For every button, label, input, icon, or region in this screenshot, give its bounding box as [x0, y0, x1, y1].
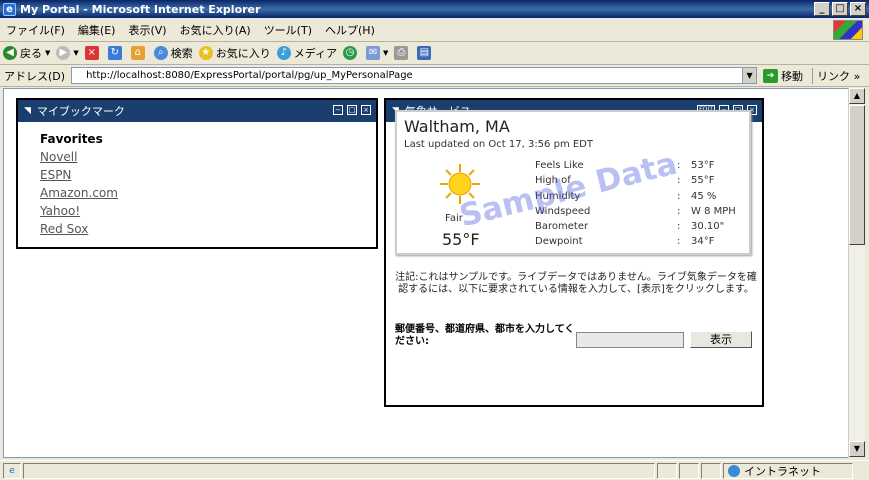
- address-url: http://localhost:8080/ExpressPortal/port…: [86, 70, 413, 81]
- vertical-scrollbar[interactable]: ▲ ▼: [848, 88, 865, 458]
- chevron-down-icon: ▼: [73, 49, 79, 57]
- status-text: [23, 462, 655, 479]
- go-button[interactable]: ➔ 移動: [763, 68, 803, 84]
- title-bar: e My Portal - Microsoft Internet Explore…: [0, 0, 869, 18]
- mail-button[interactable]: ✉ ▼: [366, 46, 388, 60]
- back-button[interactable]: ◀ 戻る ▼: [3, 45, 50, 61]
- home-button[interactable]: ⌂: [130, 46, 148, 60]
- address-bar: アドレス(D) http://localhost:8080/ExpressPor…: [0, 65, 869, 87]
- weather-row: Barometer:30.10": [535, 221, 725, 233]
- close-portlet-icon[interactable]: ×: [361, 105, 371, 115]
- bookmarks-header: ◥ マイブックマーク − □ ×: [18, 100, 376, 122]
- close-button[interactable]: ×: [850, 2, 866, 16]
- maximize-portlet-icon[interactable]: □: [347, 105, 357, 115]
- bookmarks-list: Favorites Novell ESPN Amazon.com Yahoo! …: [18, 122, 376, 246]
- double-chevron-icon: »: [853, 69, 861, 83]
- refresh-button[interactable]: ↻: [107, 46, 125, 60]
- print-button[interactable]: ⎙: [394, 46, 411, 60]
- portlet-controls: − □ ×: [333, 105, 371, 115]
- address-input[interactable]: http://localhost:8080/ExpressPortal/port…: [71, 67, 758, 84]
- maximize-button[interactable]: □: [832, 2, 848, 16]
- media-button[interactable]: ♪ メディア: [276, 45, 337, 61]
- edit-page-icon: ▤: [417, 46, 432, 60]
- menu-tools[interactable]: ツール(T): [264, 22, 312, 38]
- bookmarks-title: マイブックマーク: [36, 105, 125, 118]
- intranet-globe-icon: [728, 464, 740, 477]
- address-label: アドレス(D): [4, 69, 66, 83]
- stop-button[interactable]: ×: [84, 46, 102, 60]
- page-icon: e: [3, 462, 21, 479]
- history-button[interactable]: ◷: [343, 46, 360, 60]
- weather-card: Waltham, MA Last updated on Oct 17, 3:56…: [395, 110, 751, 255]
- sample-note: 注記:これはサンプルです。ライブデータではありません。ライブ気象データを確認する…: [395, 272, 757, 295]
- bookmark-link[interactable]: Amazon.com: [40, 184, 354, 202]
- back-arrow-icon: ◀: [3, 46, 17, 60]
- zip-input[interactable]: [576, 332, 684, 348]
- favorites-heading: Favorites: [40, 132, 103, 146]
- chevron-down-icon: ▼: [383, 49, 389, 57]
- home-icon: ⌂: [130, 46, 145, 60]
- status-segment: [679, 462, 699, 479]
- search-icon: ⌕: [153, 46, 168, 60]
- menu-edit[interactable]: 編集(E): [78, 22, 116, 38]
- go-arrow-icon: ➔: [763, 68, 779, 83]
- history-icon: ◷: [343, 46, 358, 60]
- show-button[interactable]: 表示: [690, 331, 752, 348]
- scroll-thumb[interactable]: [849, 105, 865, 245]
- media-icon: ♪: [276, 46, 291, 60]
- stop-icon: ×: [84, 46, 99, 60]
- status-bar: e イントラネット: [0, 460, 869, 480]
- menu-help[interactable]: ヘルプ(H): [325, 22, 375, 38]
- menu-favorites[interactable]: お気に入り(A): [180, 22, 251, 38]
- forward-button[interactable]: ▶ ▼: [56, 46, 79, 60]
- refresh-icon: ↻: [107, 46, 122, 60]
- scroll-up-icon[interactable]: ▲: [849, 88, 865, 104]
- weather-city: Waltham, MA: [404, 117, 510, 136]
- edit-button[interactable]: ▤: [417, 46, 434, 60]
- windows-logo-icon: [833, 20, 863, 40]
- status-segment: [701, 462, 721, 479]
- forward-arrow-icon: ▶: [56, 46, 71, 60]
- menu-bar: ファイル(F) 編集(E) 表示(V) お気に入り(A) ツール(T) ヘルプ(…: [0, 18, 869, 42]
- weather-row: Dewpoint:34°F: [535, 236, 715, 248]
- weather-portlet: ◥ 気象サービス EDIT − □ × Waltham, MA Last upd…: [384, 98, 764, 407]
- links-button[interactable]: リンク »: [812, 67, 861, 84]
- zip-label: 郵便番号、都道府県、都市を入力してください:: [395, 324, 575, 347]
- chevron-down-icon: ▼: [45, 49, 51, 57]
- ie-icon: e: [3, 2, 16, 16]
- bookmark-link[interactable]: Yahoo!: [40, 202, 354, 220]
- menu-view[interactable]: 表示(V): [128, 22, 166, 38]
- zone-indicator: イントラネット: [723, 462, 853, 479]
- weather-temperature: 55°F: [442, 230, 480, 249]
- page-content: ◥ マイブックマーク − □ × Favorites Novell ESPN A…: [3, 88, 848, 458]
- star-icon: ★: [198, 46, 213, 60]
- bookmark-link[interactable]: ESPN: [40, 166, 354, 184]
- printer-icon: ⎙: [394, 46, 409, 60]
- minimize-button[interactable]: _: [814, 2, 830, 16]
- scroll-down-icon[interactable]: ▼: [849, 441, 865, 457]
- toolbar: ◀ 戻る ▼ ▶ ▼ × ↻ ⌂ ⌕ 検索 ★ お気に入り ♪ メディア ◷ ✉ ▼ ⎙ ▤: [0, 42, 869, 65]
- chevron-down-icon[interactable]: ▼: [742, 68, 757, 83]
- bookmarks-portlet: ◥ マイブックマーク − □ × Favorites Novell ESPN A…: [16, 98, 378, 249]
- minimize-portlet-icon[interactable]: −: [333, 105, 343, 115]
- menu-file[interactable]: ファイル(F): [6, 22, 65, 38]
- weather-updated: Last updated on Oct 17, 3:56 pm EDT: [404, 139, 593, 150]
- collapse-arrow-icon[interactable]: ◥: [24, 106, 31, 116]
- bookmark-link[interactable]: Red Sox: [40, 220, 354, 238]
- window-title: My Portal - Microsoft Internet Explorer: [20, 2, 261, 16]
- favorites-button[interactable]: ★ お気に入り: [198, 45, 271, 61]
- window-controls: _ □ ×: [814, 2, 866, 16]
- search-button[interactable]: ⌕ 検索: [153, 45, 193, 61]
- bookmark-link[interactable]: Novell: [40, 148, 354, 166]
- status-segment: [657, 462, 677, 479]
- mail-icon: ✉: [366, 46, 381, 60]
